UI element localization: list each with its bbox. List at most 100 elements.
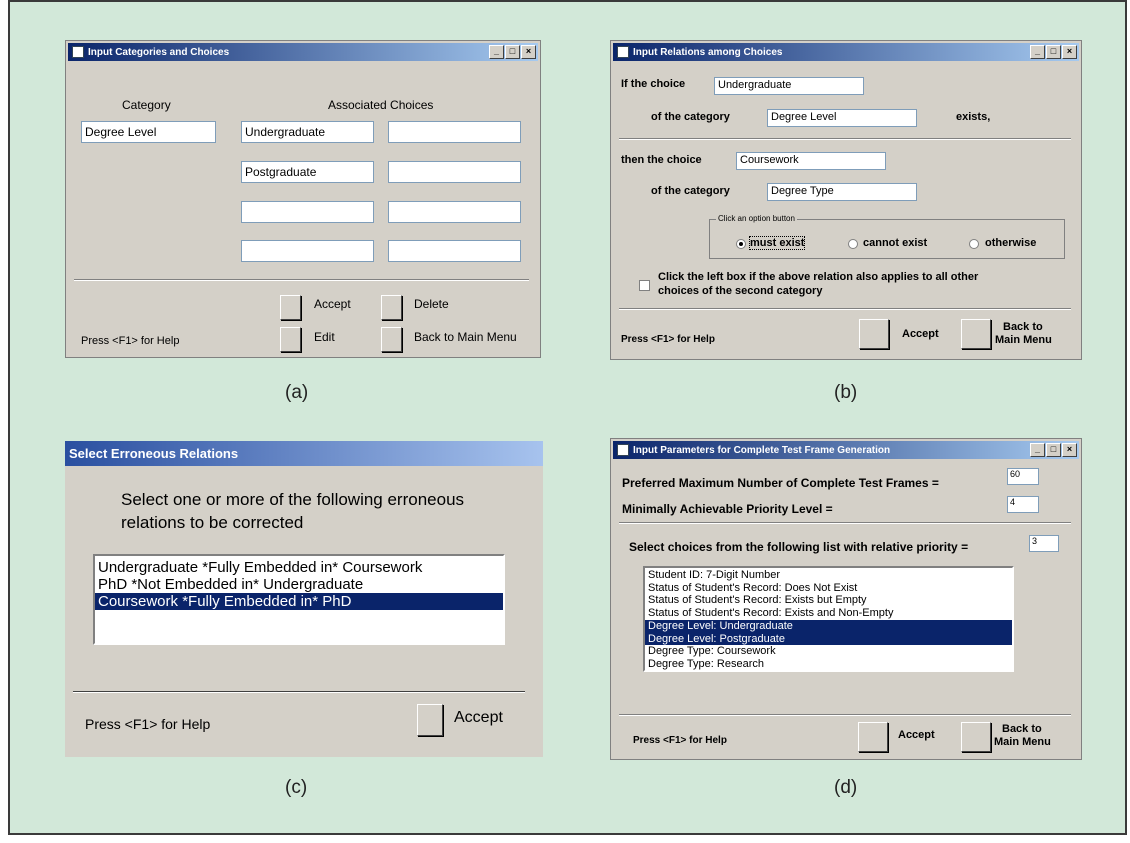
radio-cannot-exist[interactable] bbox=[848, 239, 858, 249]
back-to-label-line-1: Back to bbox=[1003, 321, 1043, 333]
back-to-label-line-2: Main Menu bbox=[995, 334, 1052, 346]
cannot-exist-label: cannot exist bbox=[863, 237, 928, 249]
choices-priority-list[interactable]: Student ID: 7-Digit Number Status of Stud… bbox=[643, 566, 1014, 672]
edit-button[interactable] bbox=[280, 327, 301, 352]
help-text: Press <F1> for Help bbox=[81, 335, 180, 347]
radio-must-exist[interactable] bbox=[736, 239, 746, 249]
window-select-erroneous-relations: Select Erroneous Relations Select one or… bbox=[65, 441, 543, 757]
of-category-label-2: of the category bbox=[651, 185, 730, 197]
list-item[interactable]: Degree Level: Postgraduate bbox=[645, 632, 1012, 646]
list-item[interactable]: Status of Student's Record: Exists but E… bbox=[645, 594, 1012, 607]
window-c-title: Select Erroneous Relations bbox=[69, 446, 239, 461]
accept-label: Accept bbox=[454, 709, 503, 726]
associated-choices-header: Associated Choices bbox=[328, 98, 434, 112]
back-to-label-line-2: Main Menu bbox=[994, 736, 1051, 748]
separator-2 bbox=[619, 308, 1071, 310]
list-item[interactable]: PhD *Not Embedded in* Undergraduate bbox=[95, 576, 503, 593]
priority-level-input[interactable]: 4 bbox=[1007, 496, 1039, 513]
then-category-input[interactable]: Degree Type bbox=[767, 183, 917, 201]
category-input[interactable]: Degree Level bbox=[81, 121, 216, 143]
list-item[interactable]: Undergraduate *Fully Embedded in* Course… bbox=[95, 559, 503, 576]
checkbox-label-line-2: choices of the second category bbox=[658, 285, 823, 297]
help-text: Press <F1> for Help bbox=[621, 334, 715, 345]
maximize-icon[interactable]: □ bbox=[505, 45, 520, 59]
priority-level-label: Minimally Achievable Priority Level = bbox=[622, 502, 833, 516]
checkbox-label-line-1: Click the left box if the above relation… bbox=[658, 271, 979, 283]
minimize-icon[interactable]: _ bbox=[489, 45, 504, 59]
if-choice-input[interactable]: Undergraduate bbox=[714, 77, 864, 95]
app-icon bbox=[617, 444, 629, 456]
window-input-categories: Input Categories and Choices _ □ × Categ… bbox=[65, 40, 541, 358]
list-item[interactable]: Coursework *Fully Embedded in* PhD bbox=[95, 593, 503, 610]
choice-input-6[interactable] bbox=[388, 201, 521, 223]
separator bbox=[74, 279, 529, 281]
separator bbox=[73, 691, 525, 693]
caption-d: (d) bbox=[834, 777, 858, 798]
help-text: Press <F1> for Help bbox=[633, 735, 727, 746]
option-group-label: Click an option button bbox=[716, 214, 797, 223]
relative-priority-label: Select choices from the following list w… bbox=[629, 540, 969, 554]
list-item[interactable]: Degree Level: Undergraduate bbox=[645, 619, 1012, 633]
list-item[interactable]: Degree Type: Coursework bbox=[645, 645, 1012, 658]
max-frames-input[interactable]: 60 bbox=[1007, 468, 1039, 485]
radio-otherwise[interactable] bbox=[969, 239, 979, 249]
separator-1 bbox=[619, 522, 1071, 524]
list-item[interactable]: Student ID: 7-Digit Number bbox=[645, 569, 1012, 582]
choice-input-7[interactable] bbox=[241, 240, 374, 262]
choice-input-4[interactable] bbox=[388, 161, 521, 183]
of-category-label-1: of the category bbox=[651, 111, 730, 123]
accept-button[interactable] bbox=[280, 295, 301, 320]
then-choice-input[interactable]: Coursework bbox=[736, 152, 886, 170]
accept-label: Accept bbox=[898, 729, 935, 741]
list-item[interactable]: Degree Type: Research bbox=[645, 658, 1012, 670]
separator-1 bbox=[619, 138, 1071, 140]
list-item[interactable]: Status of Student's Record: Exists and N… bbox=[645, 607, 1012, 620]
minimize-icon[interactable]: _ bbox=[1030, 443, 1045, 457]
window-c-titlebar[interactable]: Select Erroneous Relations bbox=[65, 441, 543, 466]
must-exist-label: must exist bbox=[748, 236, 806, 250]
category-header: Category bbox=[122, 98, 171, 112]
if-category-input[interactable]: Degree Level bbox=[767, 109, 917, 127]
close-icon[interactable]: × bbox=[1062, 443, 1077, 457]
back-to-label-line-1: Back to bbox=[1002, 723, 1042, 735]
caption-a: (a) bbox=[285, 382, 309, 403]
applies-to-all-checkbox[interactable] bbox=[639, 280, 650, 291]
window-input-relations: Input Relations among Choices _ □ × If t… bbox=[610, 40, 1082, 360]
back-to-main-menu-button[interactable] bbox=[381, 327, 402, 352]
choice-input-2[interactable] bbox=[388, 121, 521, 143]
list-item[interactable]: Status of Student's Record: Does Not Exi… bbox=[645, 582, 1012, 595]
delete-button[interactable] bbox=[381, 295, 402, 320]
edit-label: Edit bbox=[314, 330, 335, 344]
accept-button[interactable] bbox=[858, 722, 888, 752]
window-b-title: Input Relations among Choices bbox=[633, 46, 783, 58]
window-b-titlebar[interactable]: Input Relations among Choices _ □ × bbox=[613, 43, 1079, 61]
caption-c: (c) bbox=[285, 777, 308, 798]
choice-input-3[interactable]: Postgraduate bbox=[241, 161, 374, 183]
relative-priority-input[interactable]: 3 bbox=[1029, 535, 1059, 552]
figure-frame: Input Categories and Choices _ □ × Categ… bbox=[8, 0, 1127, 835]
accept-button[interactable] bbox=[417, 704, 443, 736]
caption-b: (b) bbox=[834, 382, 858, 403]
maximize-icon[interactable]: □ bbox=[1046, 45, 1061, 59]
then-choice-label: then the choice bbox=[621, 154, 702, 166]
choice-input-8[interactable] bbox=[388, 240, 521, 262]
erroneous-relations-list[interactable]: Undergraduate *Fully Embedded in* Course… bbox=[93, 554, 505, 645]
choice-input-1[interactable]: Undergraduate bbox=[241, 121, 374, 143]
if-choice-label: If the choice bbox=[621, 78, 686, 90]
back-to-main-menu-button[interactable] bbox=[961, 722, 991, 752]
help-text: Press <F1> for Help bbox=[85, 716, 211, 732]
accept-button[interactable] bbox=[859, 319, 889, 349]
window-a-titlebar[interactable]: Input Categories and Choices _ □ × bbox=[68, 43, 538, 61]
minimize-icon[interactable]: _ bbox=[1030, 45, 1045, 59]
instruction-line-2: relations to be corrected bbox=[121, 513, 304, 532]
app-icon bbox=[617, 46, 629, 58]
choice-input-5[interactable] bbox=[241, 201, 374, 223]
close-icon[interactable]: × bbox=[1062, 45, 1077, 59]
close-icon[interactable]: × bbox=[521, 45, 536, 59]
accept-label: Accept bbox=[902, 328, 939, 340]
window-input-parameters: Input Parameters for Complete Test Frame… bbox=[610, 438, 1082, 760]
exists-label: exists, bbox=[956, 111, 991, 123]
back-to-main-menu-button[interactable] bbox=[961, 319, 991, 349]
window-d-titlebar[interactable]: Input Parameters for Complete Test Frame… bbox=[613, 441, 1079, 459]
maximize-icon[interactable]: □ bbox=[1046, 443, 1061, 457]
